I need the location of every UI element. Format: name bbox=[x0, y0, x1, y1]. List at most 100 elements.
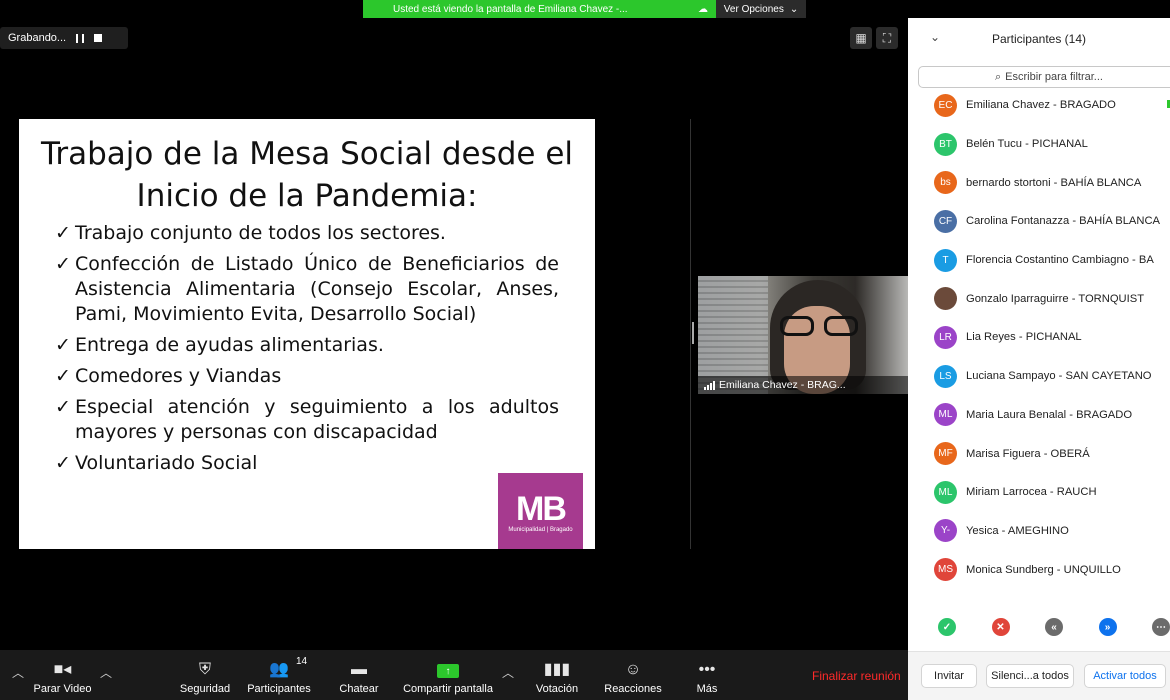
avatar: bs bbox=[934, 171, 957, 195]
audio-options-chevron-icon[interactable]: ︿ bbox=[12, 664, 24, 681]
recording-label: Grabando... bbox=[8, 32, 67, 44]
participant-row[interactable]: T Florencia Costantino Cambiagno - BA bbox=[908, 241, 1170, 280]
participant-name: Marisa Figuera - OBERÁ bbox=[966, 447, 1090, 460]
no-icon[interactable]: ✕ bbox=[991, 618, 1010, 636]
slide-bullet: Especial atención y seguimiento a los ad… bbox=[55, 395, 559, 445]
shared-slide: Trabajo de la Mesa Social desde el Inici… bbox=[19, 119, 595, 549]
resize-handle[interactable] bbox=[692, 322, 694, 344]
participant-row[interactable]: LS Luciana Sampayo - SAN CAYETANO bbox=[908, 357, 1170, 396]
slide-bullet: Comedores y Viandas bbox=[55, 364, 559, 389]
unmute-all-button[interactable]: Activar todos bbox=[1084, 664, 1166, 688]
participants-actions-bar: Invitar Silenci...a todos Activar todos bbox=[908, 651, 1170, 700]
bar-chart-icon: ▮▮▮ bbox=[543, 661, 571, 678]
avatar: MS bbox=[934, 558, 957, 582]
participant-row[interactable]: BT Belén Tucu - PICHANAL bbox=[908, 125, 1170, 164]
stop-video-button[interactable]: ■◂ Parar Video bbox=[30, 650, 95, 700]
stop-recording-button[interactable] bbox=[94, 34, 103, 42]
video-participant-name: Emiliana Chavez - BRAG... bbox=[719, 379, 846, 391]
search-placeholder: Escribir para filtrar... bbox=[1005, 71, 1103, 83]
share-screen-button[interactable]: ↑ Compartir pantalla bbox=[400, 650, 496, 700]
avatar: T bbox=[934, 248, 957, 272]
participant-row[interactable]: Gonzalo Iparraguirre - TORNQUIST bbox=[908, 279, 1170, 318]
participant-name: Gonzalo Iparraguirre - TORNQUIST bbox=[966, 292, 1145, 305]
reactions-label: Reacciones bbox=[604, 683, 662, 695]
search-icon: ⌕ bbox=[995, 70, 1002, 83]
participant-row[interactable]: ML Miriam Larrocea - RAUCH bbox=[908, 473, 1170, 512]
participant-name: bernardo stortoni - BAHÍA BLANCA bbox=[966, 176, 1142, 189]
reactions-button[interactable]: ☺ Reacciones bbox=[600, 650, 666, 700]
avatar bbox=[934, 287, 957, 311]
split-divider bbox=[690, 119, 691, 549]
video-options-chevron-icon[interactable]: ︿ bbox=[100, 664, 112, 681]
avatar: EC bbox=[934, 93, 957, 117]
share-banner-text: Usted está viendo la pantalla de Emilian… bbox=[393, 3, 628, 15]
avatar: Y- bbox=[934, 519, 957, 543]
participant-name: Luciana Sampayo - SAN CAYETANO bbox=[966, 370, 1152, 383]
stop-video-label: Parar Video bbox=[33, 683, 92, 695]
more-label: Más bbox=[696, 683, 718, 695]
participants-icon: 👥 bbox=[269, 661, 289, 678]
logo-mark: MB bbox=[516, 489, 567, 528]
more-feedback-icon[interactable]: ⋯ bbox=[1152, 618, 1170, 636]
share-screen-icon: ↑ bbox=[437, 664, 459, 678]
participant-search-input[interactable]: ⌕ Escribir para filtrar... bbox=[918, 66, 1170, 88]
polling-button[interactable]: ▮▮▮ Votación bbox=[530, 650, 584, 700]
slide-title: Trabajo de la Mesa Social desde el Inici… bbox=[40, 136, 574, 214]
slide-bullet: Confección de Listado Único de Beneficia… bbox=[55, 252, 559, 327]
more-dots-icon: ••• bbox=[698, 661, 716, 678]
view-options-label: Ver Opciones bbox=[723, 3, 784, 15]
security-label: Seguridad bbox=[179, 683, 231, 695]
polling-label: Votación bbox=[535, 683, 579, 695]
share-options-chevron-icon[interactable]: ︿ bbox=[502, 664, 514, 681]
participant-row[interactable]: Y- Yesica - AMEGHINO bbox=[908, 512, 1170, 551]
slide-bullet: Trabajo conjunto de todos los sectores. bbox=[55, 221, 559, 246]
chat-bubble-icon: ▬ bbox=[351, 661, 367, 678]
recording-indicator: Grabando... bbox=[0, 27, 128, 49]
go-slower-icon[interactable]: « bbox=[1045, 618, 1063, 636]
slide-bullet: Voluntariado Social bbox=[55, 451, 559, 476]
end-meeting-button[interactable]: Finalizar reunión bbox=[812, 669, 901, 683]
participant-row[interactable]: ML Maria Laura Benalal - BRAGADO bbox=[908, 396, 1170, 435]
participant-row[interactable]: EC Emiliana Chavez - BRAGADO bbox=[908, 86, 1170, 125]
meeting-toolbar: ︿ ■◂ Parar Video ︿ ⛨ Seguridad 👥 Partici… bbox=[0, 650, 908, 700]
avatar: MF bbox=[934, 442, 957, 466]
invite-button[interactable]: Invitar bbox=[921, 664, 977, 688]
video-name-label: Emiliana Chavez - BRAG... bbox=[698, 376, 908, 394]
cloud-icon: ☁ bbox=[698, 3, 708, 15]
participant-name: Yesica - AMEGHINO bbox=[966, 524, 1069, 537]
participant-name: Florencia Costantino Cambiagno - BA bbox=[966, 254, 1154, 267]
participant-count-badge: 14 bbox=[296, 656, 308, 667]
security-button[interactable]: ⛨ Seguridad bbox=[177, 650, 233, 700]
participants-panel: ⌄ Participantes (14) ⌕ Escribir para fil… bbox=[908, 18, 1170, 700]
chat-button[interactable]: ▬ Chatear bbox=[335, 650, 383, 700]
participant-video-tile[interactable]: Emiliana Chavez - BRAG... bbox=[698, 276, 908, 394]
fullscreen-icon[interactable]: ⛶ bbox=[876, 27, 898, 49]
zoom-window: Usted está viendo la pantalla de Emilian… bbox=[0, 0, 1170, 700]
participant-row[interactable]: bs bernardo stortoni - BAHÍA BLANCA bbox=[908, 163, 1170, 202]
pause-recording-button[interactable] bbox=[76, 33, 85, 43]
mute-all-button[interactable]: Silenci...a todos bbox=[986, 664, 1074, 688]
avatar: LR bbox=[934, 325, 957, 349]
participant-row[interactable]: MS Monica Sundberg - UNQUILLO bbox=[908, 550, 1170, 589]
go-faster-icon[interactable]: » bbox=[1098, 618, 1117, 636]
emoji-plus-icon: ☺ bbox=[624, 661, 642, 678]
signal-strength-icon bbox=[704, 380, 715, 390]
participant-name: Monica Sundberg - UNQUILLO bbox=[966, 563, 1121, 576]
participant-name: Emiliana Chavez - BRAGADO bbox=[966, 99, 1116, 112]
avatar: CF bbox=[934, 209, 957, 233]
view-options-button[interactable]: Ver Opciones ⌄ bbox=[716, 0, 806, 18]
gallery-view-icon[interactable]: ▦ bbox=[850, 27, 872, 49]
chat-label: Chatear bbox=[339, 683, 379, 695]
participant-name: Maria Laura Benalal - BRAGADO bbox=[966, 408, 1133, 421]
more-button[interactable]: ••• Más bbox=[690, 650, 724, 700]
video-camera-icon: ■◂ bbox=[53, 661, 72, 678]
participant-row[interactable]: MF Marisa Figuera - OBERÁ bbox=[908, 434, 1170, 473]
avatar: ML bbox=[934, 480, 957, 504]
participant-row[interactable]: CF Carolina Fontanazza - BAHÍA BLANCA bbox=[908, 202, 1170, 241]
avatar: BT bbox=[934, 132, 957, 156]
municipality-logo: MB Municipalidad | Bragado bbox=[498, 473, 583, 549]
slide-bullet: Entrega de ayudas alimentarias. bbox=[55, 333, 559, 358]
participant-row[interactable]: LR Lia Reyes - PICHANAL bbox=[908, 318, 1170, 357]
yes-icon[interactable]: ✓ bbox=[938, 618, 956, 636]
slide-bullet-list: Trabajo conjunto de todos los sectores. … bbox=[55, 221, 559, 482]
